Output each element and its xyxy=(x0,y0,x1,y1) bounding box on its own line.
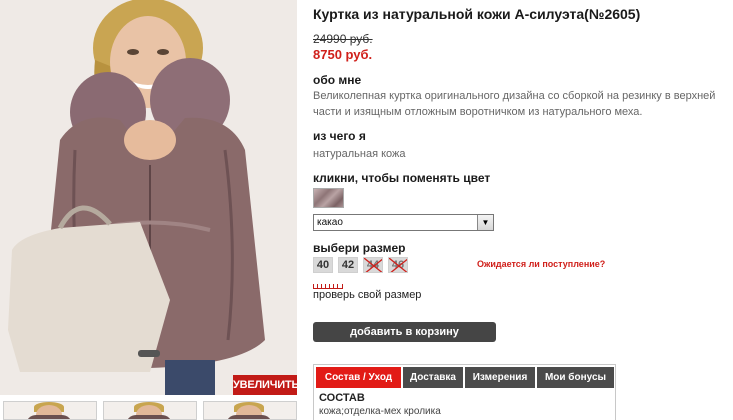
product-photo[interactable] xyxy=(0,0,297,395)
material-text: натуральная кожа xyxy=(313,148,406,160)
about-text: Великолепная куртка оригинального дизайн… xyxy=(313,90,716,118)
restock-question-link[interactable]: Ожидается ли поступление? xyxy=(477,259,605,269)
model-illustration xyxy=(0,0,297,395)
add-to-cart-button[interactable]: добавить в корзину xyxy=(313,322,496,342)
size-option-44[interactable]: 44 xyxy=(363,257,383,273)
color-select-value: какао xyxy=(317,217,343,228)
tab-delivery[interactable]: Доставка xyxy=(403,367,463,388)
chevron-down-icon[interactable]: ▼ xyxy=(477,215,493,230)
size-heading: выбери размер xyxy=(313,241,406,255)
new-price: 8750 руб. xyxy=(313,47,373,62)
about-heading: обо мне xyxy=(313,73,362,87)
tab-composition-care[interactable]: Состав / Уход xyxy=(316,367,401,388)
unavailable-cross-icon xyxy=(389,258,407,272)
zoom-button[interactable]: УВЕЛИЧИТЬ xyxy=(233,375,299,395)
color-swatch[interactable] xyxy=(313,188,344,208)
check-size-link[interactable]: проверь свой размер xyxy=(313,289,421,301)
thumbnail-3[interactable] xyxy=(203,401,297,420)
thumbnail-1[interactable] xyxy=(3,401,97,420)
color-select[interactable]: какао ▼ xyxy=(313,214,494,231)
color-heading: кликни, чтобы поменять цвет xyxy=(313,171,491,185)
size-option-46[interactable]: 46 xyxy=(388,257,408,273)
composition-text: кожа;отделка-мех кролика xyxy=(319,406,441,417)
thumbnail-2[interactable] xyxy=(103,401,197,420)
unavailable-cross-icon xyxy=(364,258,382,272)
size-option-42[interactable]: 42 xyxy=(338,257,358,273)
tab-bonuses[interactable]: Мои бонусы xyxy=(537,367,614,388)
tab-measurements[interactable]: Измерения xyxy=(465,367,535,388)
material-heading: из чего я xyxy=(313,129,366,143)
info-tabs-panel: Состав / Уход Доставка Измерения Мои бон… xyxy=(313,364,616,420)
old-price: 24990 руб. xyxy=(313,32,373,46)
composition-heading: СОСТАВ xyxy=(319,392,365,404)
product-title: Куртка из натуральной кожи А-силуэта(№26… xyxy=(313,6,641,22)
size-option-40[interactable]: 40 xyxy=(313,257,333,273)
